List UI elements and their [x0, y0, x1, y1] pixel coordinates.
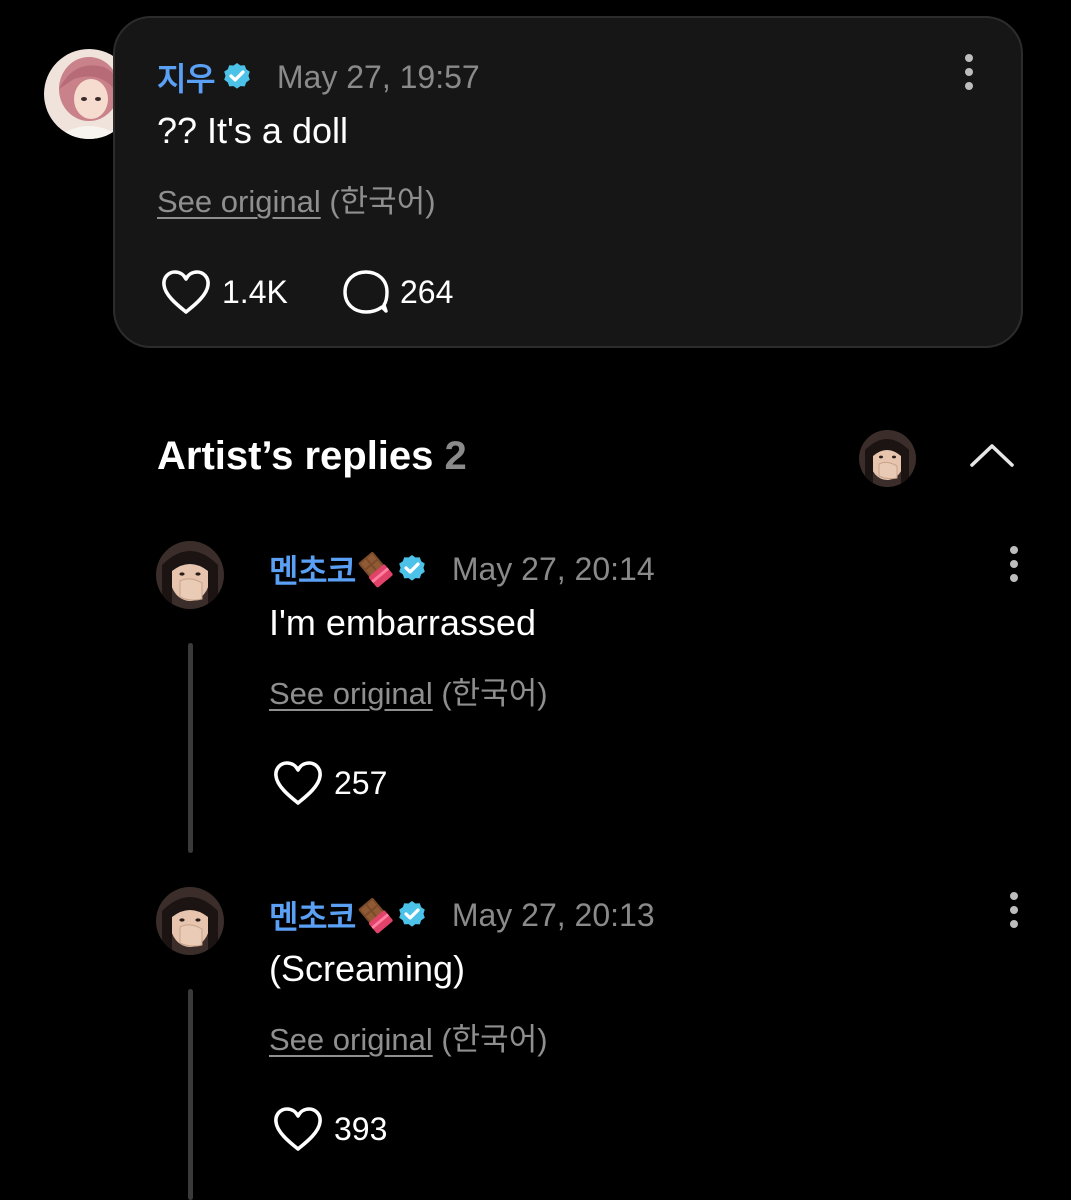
comment-bubble-icon [343, 270, 389, 314]
reply-like-count: 393 [334, 1110, 388, 1147]
reply-like-button[interactable]: 393 [272, 1105, 387, 1153]
reply-see-original: See original (한국어) [269, 1014, 548, 1059]
post-see-original: See original (한국어) [157, 176, 436, 221]
reply-header: 멘초코 May 27, 20:13 [269, 892, 655, 938]
reply-timestamp: May 27, 20:14 [451, 550, 655, 587]
reply-header: 멘초코 May 27, 20:14 [269, 546, 655, 592]
chocolate-emoji-icon [358, 898, 393, 934]
reply-thread-line [188, 643, 193, 853]
see-original-link[interactable]: See original [269, 1022, 433, 1057]
verified-badge-icon [399, 555, 425, 581]
post-comment-count: 264 [400, 273, 454, 310]
post-comment-button[interactable]: 264 [342, 268, 453, 316]
post-text: ?? It's a doll [157, 110, 348, 151]
reply-like-button[interactable]: 257 [272, 759, 387, 807]
reply-text: (Screaming) [269, 948, 466, 989]
reply-see-original: See original (한국어) [269, 668, 548, 713]
verified-badge-icon [224, 63, 250, 89]
artist-replies-title: Artist’s replies 2 [157, 434, 467, 479]
original-language: (한국어) [441, 1022, 548, 1057]
reply-author-avatar[interactable] [156, 887, 224, 955]
original-language: (한국어) [329, 184, 436, 219]
post-like-count: 1.4K [222, 273, 288, 310]
original-language: (한국어) [441, 676, 548, 711]
heart-icon [162, 270, 210, 314]
more-vertical-icon[interactable] [964, 53, 974, 91]
reply-author-name[interactable]: 멘초코 [269, 892, 356, 938]
heart-icon [274, 761, 322, 805]
see-original-link[interactable]: See original [157, 184, 321, 219]
reply-text: I'm embarrassed [269, 602, 536, 643]
artist-avatar-small[interactable] [859, 430, 916, 487]
reply-author-avatar[interactable] [156, 541, 224, 609]
reply-author-name[interactable]: 멘초코 [269, 546, 356, 592]
more-vertical-icon[interactable] [1009, 891, 1019, 929]
post-timestamp: May 27, 19:57 [276, 58, 480, 95]
verified-badge-icon [399, 901, 425, 927]
see-original-link[interactable]: See original [269, 676, 433, 711]
post-like-button[interactable]: 1.4K [160, 268, 288, 316]
reply-thread-line [188, 989, 193, 1200]
post-author-name[interactable]: 지우 [157, 54, 215, 100]
more-vertical-icon[interactable] [1009, 545, 1019, 583]
reply-timestamp: May 27, 20:13 [451, 896, 655, 933]
heart-icon [274, 1107, 322, 1151]
reply-like-count: 257 [334, 764, 388, 801]
artist-replies-count: 2 [444, 434, 467, 478]
chocolate-emoji-icon [358, 552, 393, 588]
chevron-up-icon[interactable] [969, 441, 1015, 469]
post-header: 지우 May 27, 19:57 [157, 54, 480, 100]
artist-replies-label: Artist’s replies [157, 434, 434, 478]
